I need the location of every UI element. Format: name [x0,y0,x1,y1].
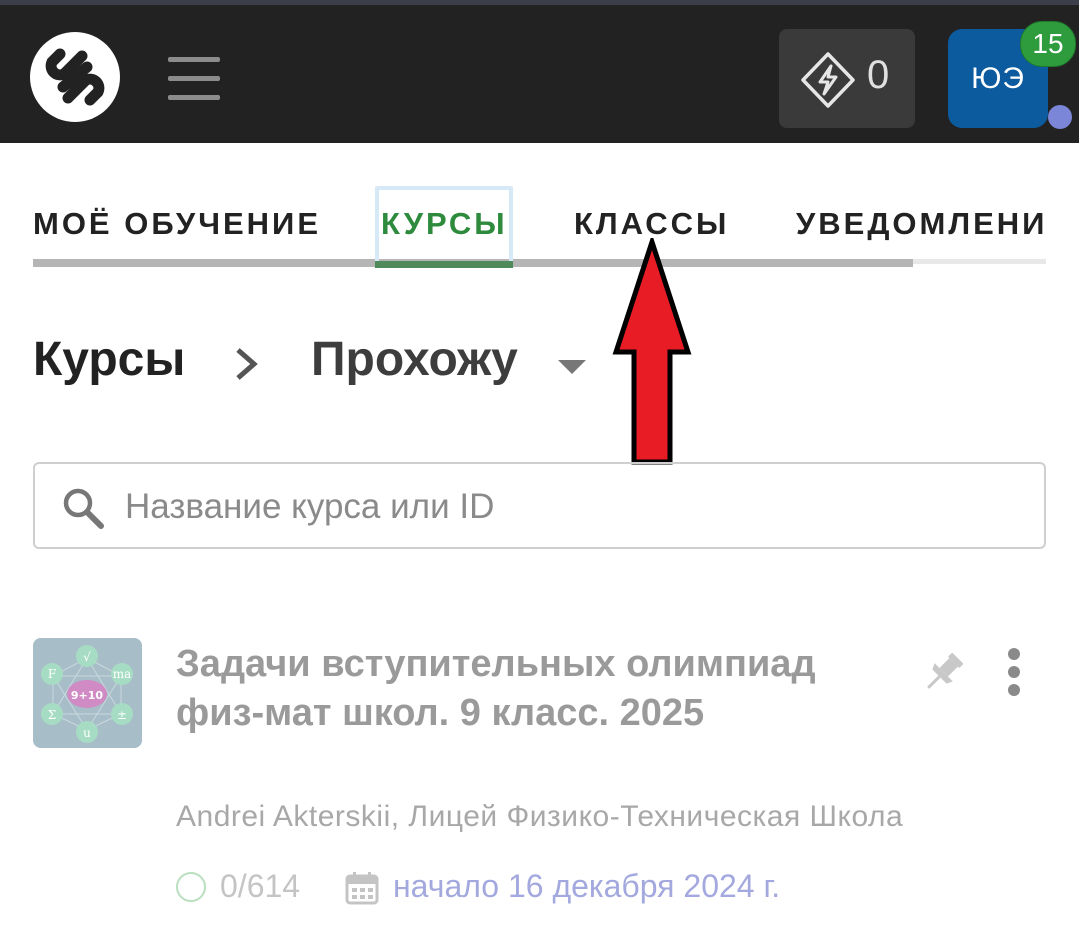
svg-text:±: ± [117,708,127,722]
breadcrumb-root[interactable]: Курсы [33,332,185,387]
app-logo-icon[interactable] [30,32,120,122]
svg-text:Σ: Σ [48,708,56,722]
course-progress: 0/614 [220,868,301,904]
svg-text:F: F [48,667,56,681]
search-input[interactable] [123,480,1007,534]
course-start-date: начало 16 декабря 2024 г. [393,868,781,904]
svg-text:u: u [83,726,91,740]
pin-icon[interactable] [920,650,966,696]
svg-text:ma: ma [113,667,132,681]
chevron-right-icon [236,348,258,380]
course-authors: Andrei Akterskii, Лицей Физико-Техническ… [176,800,904,833]
more-options-icon[interactable] [1000,648,1028,696]
calendar-icon [345,872,379,905]
course-thumbnail[interactable]: 9+10 √ ma ± u Σ F [33,638,142,748]
chevron-down-icon[interactable] [558,360,586,376]
menu-icon[interactable] [168,57,220,101]
tab-courses[interactable]: КУРСЫ [381,206,508,242]
annotation-arrow-icon [612,238,692,465]
notification-badge: 15 [1020,21,1076,67]
progress-circle-icon [176,872,206,902]
energy-button[interactable]: 0 [779,29,915,128]
tab-active-indicator [375,261,513,268]
thumb-center-label: 9+10 [71,689,104,702]
main-tabs: МОЁ ОБУЧЕНИЕ КУРСЫ КЛАССЫ УВЕДОМЛЕНИ [33,186,1046,270]
course-title[interactable]: Задачи вступительных олимпиад физ-мат шк… [176,640,876,738]
svg-text:√: √ [83,650,91,664]
tab-notifications[interactable]: УВЕДОМЛЕНИ [796,206,1047,242]
top-bar: 0 ЮЭ 15 [0,0,1079,143]
breadcrumb-current[interactable]: Прохожу [311,332,518,387]
lightning-icon [801,52,855,108]
course-search [33,462,1046,549]
search-icon [63,488,104,529]
tab-classes[interactable]: КЛАССЫ [574,206,729,242]
online-status-dot [1048,105,1072,129]
tab-my-learning[interactable]: МОЁ ОБУЧЕНИЕ [33,206,321,242]
energy-count: 0 [867,53,890,97]
